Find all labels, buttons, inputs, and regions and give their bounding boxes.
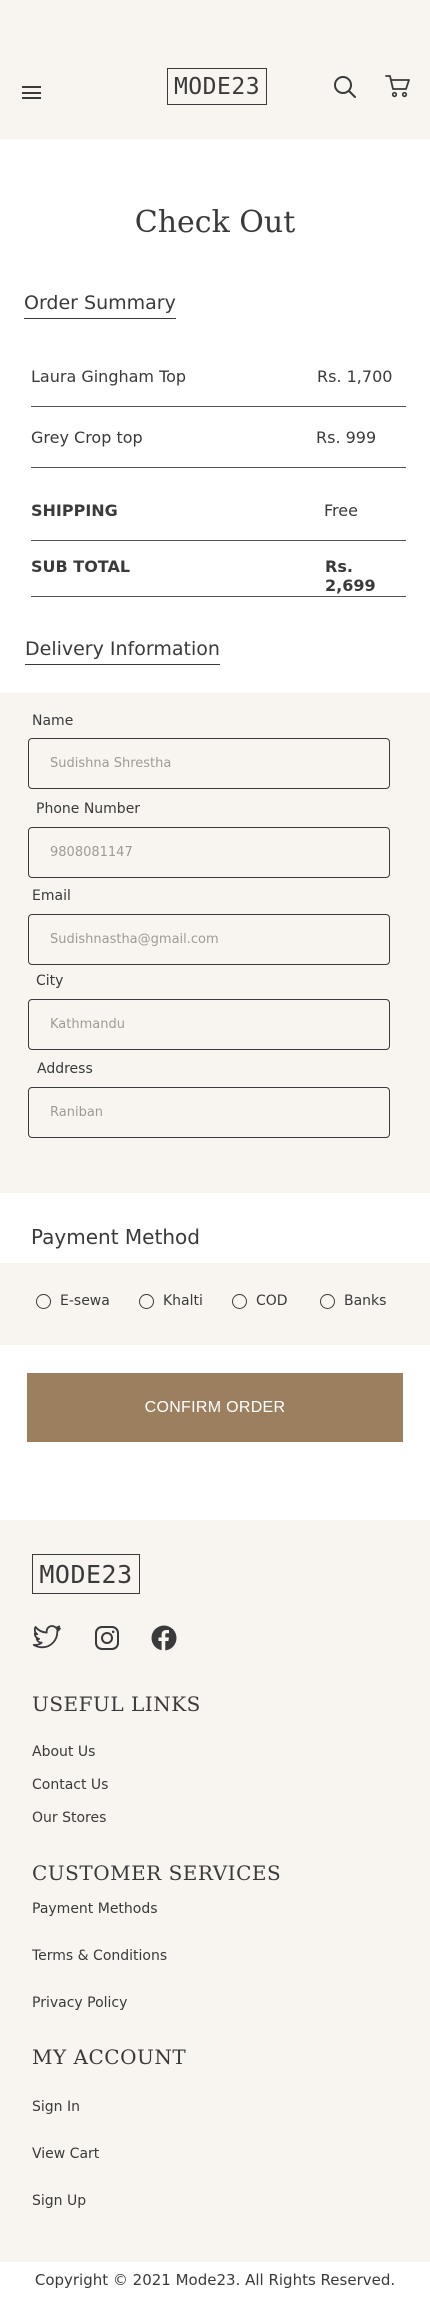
- payment-option-khalti[interactable]: Khalti: [139, 1293, 203, 1309]
- shipping-row: SHIPPING Free: [31, 485, 406, 541]
- footer-brand-logo[interactable]: MODE23: [32, 1554, 140, 1594]
- radio-circle-icon: [320, 1293, 335, 1309]
- brand-logo[interactable]: MODE23: [167, 68, 267, 105]
- item-name: Grey Crop top: [31, 428, 143, 447]
- item-price: Rs. 1,700: [317, 367, 393, 386]
- facebook-icon[interactable]: [151, 1625, 177, 1651]
- item-price: Rs. 999: [316, 428, 377, 447]
- item-name: Laura Gingham Top: [31, 367, 187, 386]
- confirm-order-button[interactable]: CONFIRM ORDER: [27, 1373, 403, 1442]
- shipping-label: SHIPPING: [31, 501, 118, 520]
- subtotal-value: Rs. 2,699: [325, 557, 376, 595]
- my-account-heading: MY ACCOUNT: [32, 2045, 187, 2069]
- phone-input[interactable]: [28, 827, 390, 878]
- footer-link-about-us[interactable]: About Us: [32, 1744, 95, 1760]
- address-label: Address: [37, 1061, 93, 1077]
- shopping-cart-icon[interactable]: [385, 74, 411, 99]
- footer-link-payment-methods[interactable]: Payment Methods: [32, 1901, 158, 1917]
- address-input[interactable]: [28, 1087, 390, 1138]
- subtotal-label: SUB TOTAL: [31, 557, 131, 576]
- payment-option-label: Banks: [344, 1293, 387, 1309]
- radio-circle-icon: [232, 1293, 247, 1309]
- radio-circle-icon: [139, 1293, 154, 1309]
- page-title: Check Out: [134, 205, 296, 240]
- copyright-text: Copyright © 2021 Mode23. All Rights Rese…: [34, 2271, 396, 2289]
- order-item-row: Laura Gingham Top Rs. 1,700: [31, 351, 406, 407]
- email-input[interactable]: [28, 914, 390, 965]
- footer-link-contact-us[interactable]: Contact Us: [32, 1777, 108, 1793]
- shipping-value: Free: [324, 501, 358, 520]
- order-item-row: Grey Crop top Rs. 999: [31, 412, 406, 468]
- payment-option-cod[interactable]: COD: [232, 1293, 288, 1309]
- instagram-icon[interactable]: [94, 1625, 120, 1651]
- footer-link-sign-up[interactable]: Sign Up: [32, 2193, 86, 2209]
- footer-link-view-cart[interactable]: View Cart: [32, 2146, 99, 2162]
- order-summary-heading: Order Summary: [24, 292, 176, 319]
- payment-method-heading: Payment Method: [31, 1225, 200, 1249]
- footer-link-terms-conditions[interactable]: Terms & Conditions: [32, 1948, 167, 1964]
- email-label: Email: [32, 888, 71, 904]
- payment-option-esewa[interactable]: E-sewa: [36, 1293, 110, 1309]
- payment-option-label: E-sewa: [60, 1293, 110, 1309]
- search-icon[interactable]: [333, 75, 357, 99]
- payment-option-banks[interactable]: Banks: [320, 1293, 386, 1309]
- twitter-icon[interactable]: [32, 1625, 62, 1651]
- city-input[interactable]: [28, 999, 390, 1050]
- radio-circle-icon: [36, 1293, 51, 1309]
- subtotal-row: SUB TOTAL Rs. 2,699: [31, 541, 406, 597]
- delivery-heading: Delivery Information: [25, 638, 220, 665]
- payment-option-label: Khalti: [163, 1293, 203, 1309]
- hamburger-menu-icon[interactable]: [22, 86, 41, 99]
- footer-link-privacy-policy[interactable]: Privacy Policy: [32, 1995, 127, 2011]
- phone-label: Phone Number: [36, 801, 141, 817]
- useful-links-heading: USEFUL LINKS: [32, 1692, 201, 1716]
- customer-services-heading: CUSTOMER SERVICES: [32, 1861, 282, 1885]
- payment-option-label: COD: [256, 1293, 288, 1309]
- footer-link-our-stores[interactable]: Our Stores: [32, 1810, 106, 1826]
- footer-link-sign-in[interactable]: Sign In: [32, 2099, 80, 2115]
- name-label: Name: [32, 713, 74, 729]
- name-input[interactable]: [28, 738, 390, 789]
- city-label: City: [36, 973, 64, 989]
